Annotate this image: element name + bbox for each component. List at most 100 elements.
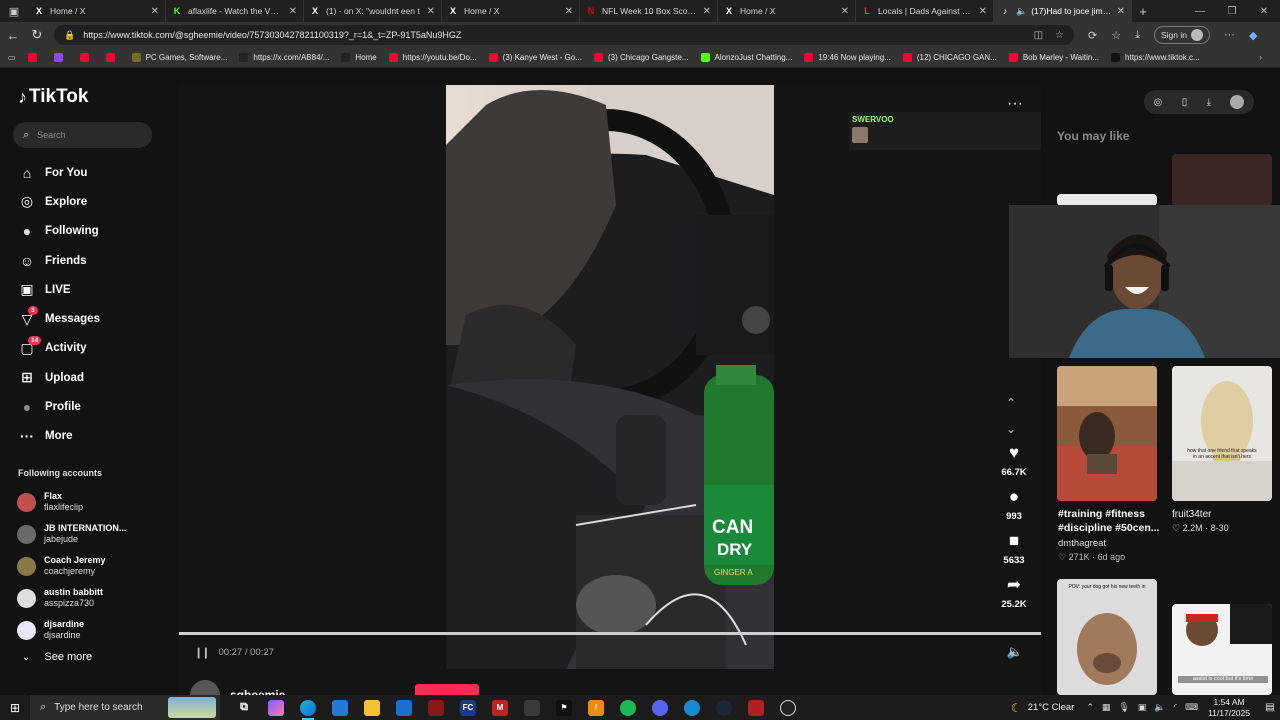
bookmark-item[interactable]: PC Games, Software... (131, 53, 227, 62)
browser-tab[interactable]: X Home / X ✕ (442, 0, 580, 22)
mega-game-icon[interactable]: M (484, 695, 516, 720)
like-button[interactable]: ♥ 66.7K (993, 443, 1035, 487)
nav-item-explore[interactable]: ◎ Explore (18, 187, 100, 216)
download-icon[interactable]: ⤓ (1207, 97, 1211, 108)
recommended-thumb-partial[interactable] (1172, 154, 1272, 206)
bookmark-item[interactable]: (3) Chicago Gangste... (594, 53, 689, 62)
nav-item-friends[interactable]: ☺ Friends (18, 246, 100, 275)
tiktok-logo[interactable]: ♪ TikTok (18, 86, 88, 108)
maximize-icon[interactable]: ❐ (1216, 6, 1248, 17)
bookmark-item[interactable]: 19:46 Now playing... (804, 53, 891, 62)
copilot-app-icon[interactable] (260, 695, 292, 720)
next-video-icon[interactable]: ⌄ (1006, 416, 1016, 442)
close-tab-icon[interactable]: ✕ (1117, 6, 1125, 17)
following-account-item[interactable]: JB INTERNATION... jabejude (17, 518, 126, 550)
comment-button[interactable]: ● 993 (993, 487, 1035, 531)
bookmark-item[interactable]: Home (341, 53, 377, 62)
bookmark-item[interactable]: Bob Marley - Waitin... (1008, 53, 1099, 62)
notifications-icon[interactable]: ▤ (1260, 702, 1280, 713)
browser-tab[interactable]: ♪ 🔈 (17)Had to joce jimmy ✕ (994, 0, 1132, 22)
bookmark-item[interactable] (105, 53, 120, 62)
nav-item-messages[interactable]: ▽ 3 Messages (18, 304, 100, 333)
steam-icon[interactable] (708, 695, 740, 720)
bookmark-item[interactable]: AlonzoJust Chatting... (700, 53, 792, 62)
bookmark-item[interactable] (27, 53, 42, 62)
racing-game-icon[interactable]: ⚑ (548, 695, 580, 720)
tab-actions-icon[interactable]: ▣ (0, 0, 28, 22)
close-tab-icon[interactable]: ✕ (289, 6, 297, 17)
bookmark-item[interactable]: https://x.com/AB84/... (239, 53, 329, 62)
back-icon[interactable]: ← (2, 24, 24, 46)
bookmark-item[interactable] (79, 53, 94, 62)
nav-item-activity[interactable]: ▢ 14 Activity (18, 334, 100, 363)
browser-tab[interactable]: X (1) · on X: "wouldnt een t ✕ (304, 0, 442, 22)
bookmark-item[interactable]: https://www.tiktok.c... (1111, 53, 1200, 62)
pause-icon[interactable]: ❙❙ (194, 646, 211, 659)
nav-item-for-you[interactable]: ⌂ For You (18, 158, 100, 187)
discord-icon[interactable] (644, 695, 676, 720)
following-account-item[interactable]: Coach Jeremy coachjeremy (17, 550, 126, 582)
file-explorer-icon[interactable] (356, 695, 388, 720)
previous-video-icon[interactable]: ⌃ (1006, 390, 1016, 416)
recommended-author[interactable]: dmthagreat (1058, 538, 1106, 549)
bookmark-item[interactable]: (12) CHICAGO GAN... (902, 53, 997, 62)
split-screen-icon[interactable]: ◫ (1034, 30, 1043, 41)
nav-item-following[interactable]: ● Following (18, 217, 100, 246)
spotify-icon[interactable] (612, 695, 644, 720)
pinned-app-icon[interactable] (676, 695, 708, 720)
store-icon[interactable] (324, 695, 356, 720)
recommended-caption[interactable]: #training #fitness #discipline #50cen... (1058, 507, 1168, 535)
mail-icon[interactable] (388, 695, 420, 720)
weather-widget[interactable]: ☾ 21°C Clear (1011, 701, 1074, 715)
pinned-game-icon[interactable] (740, 695, 772, 720)
chevron-up-icon[interactable]: ⌃ (1086, 702, 1094, 713)
video-frame[interactable]: CAN DRY GINGER A (446, 85, 774, 669)
save-button[interactable]: ■ 5633 (993, 531, 1035, 575)
close-tab-icon[interactable]: ✕ (427, 6, 435, 17)
see-more-button[interactable]: ⌄ See more (22, 651, 92, 663)
following-account-item[interactable]: austin babbitt asspizza730 (17, 582, 126, 614)
close-tab-icon[interactable]: ✕ (565, 6, 573, 17)
volume-tray-icon[interactable]: 🔈 (1154, 702, 1165, 713)
bookmark-item[interactable] (53, 53, 68, 62)
browser-tab[interactable]: X Home / X ✕ (28, 0, 166, 22)
browser-tab[interactable]: X Home / X ✕ (718, 0, 856, 22)
sign-in-button[interactable]: Sign in (1153, 26, 1210, 44)
nav-item-more[interactable]: ··· More (18, 422, 100, 451)
video-progress-bar[interactable] (179, 632, 1041, 635)
video-player[interactable]: CAN DRY GINGER A ❙❙ 00:27 / 00:27 🔈 ··· … (179, 85, 1041, 695)
nav-item-upload[interactable]: ⊞ Upload (18, 363, 100, 392)
bookmarks-overflow-icon[interactable]: › (1259, 53, 1262, 62)
wifi-icon[interactable]: ◜ (1174, 702, 1178, 713)
search-input[interactable]: ⌕ Search (13, 122, 152, 148)
recommended-video-thumb[interactable]: assist is cool but it's time (1172, 604, 1272, 695)
mobile-icon[interactable]: ▯ (1182, 97, 1188, 108)
collections-icon[interactable]: ▭ (8, 53, 16, 62)
bookmark-item[interactable]: (3) Kanye West - Go... (488, 53, 582, 62)
refresh-icon[interactable]: ↻ (26, 24, 48, 46)
url-field[interactable]: 🔒 https://www.tiktok.com/@sgheemie/video… (54, 25, 1074, 45)
character-game-icon[interactable] (516, 695, 548, 720)
recommended-video-thumb[interactable] (1057, 366, 1157, 501)
bookmark-item[interactable]: https://youtu.be/Do... (388, 53, 477, 62)
close-window-icon[interactable]: ✕ (1248, 6, 1280, 17)
taskbar-search-input[interactable]: ⌕ Type here to search (30, 695, 220, 720)
recommended-author[interactable]: fruit34ter (1172, 509, 1211, 520)
keyboard-icon[interactable]: ⌨ (1185, 702, 1198, 713)
favorite-star-icon[interactable]: ☆ (1055, 30, 1064, 41)
browser-tab[interactable]: L Locals | Dads Against Preda ✕ (856, 0, 994, 22)
following-account-item[interactable]: djsardine djsardine (17, 614, 126, 646)
microphone-icon[interactable]: 🎙 (1118, 702, 1129, 713)
more-options-icon[interactable]: ··· (1007, 95, 1023, 113)
nav-item-live[interactable]: ▣ LIVE (18, 275, 100, 304)
volume-icon[interactable]: 🔈 (1007, 644, 1023, 660)
share-button[interactable]: ➦ 25.2K (993, 575, 1035, 619)
fifa-game-icon[interactable]: FC (452, 695, 484, 720)
user-avatar-icon[interactable] (1230, 95, 1245, 109)
edge-browser-icon[interactable] (292, 695, 324, 720)
following-account-item[interactable]: Flax flaxlifeclip (17, 486, 126, 518)
network-icon[interactable]: ▦ (1102, 702, 1111, 713)
clock[interactable]: 1:54 AM 11/17/2025 (1208, 697, 1250, 719)
favorites-icon[interactable]: ☆ (1111, 29, 1121, 42)
browser-tab[interactable]: N NFL Week 10 Box Score - D ✕ (580, 0, 718, 22)
